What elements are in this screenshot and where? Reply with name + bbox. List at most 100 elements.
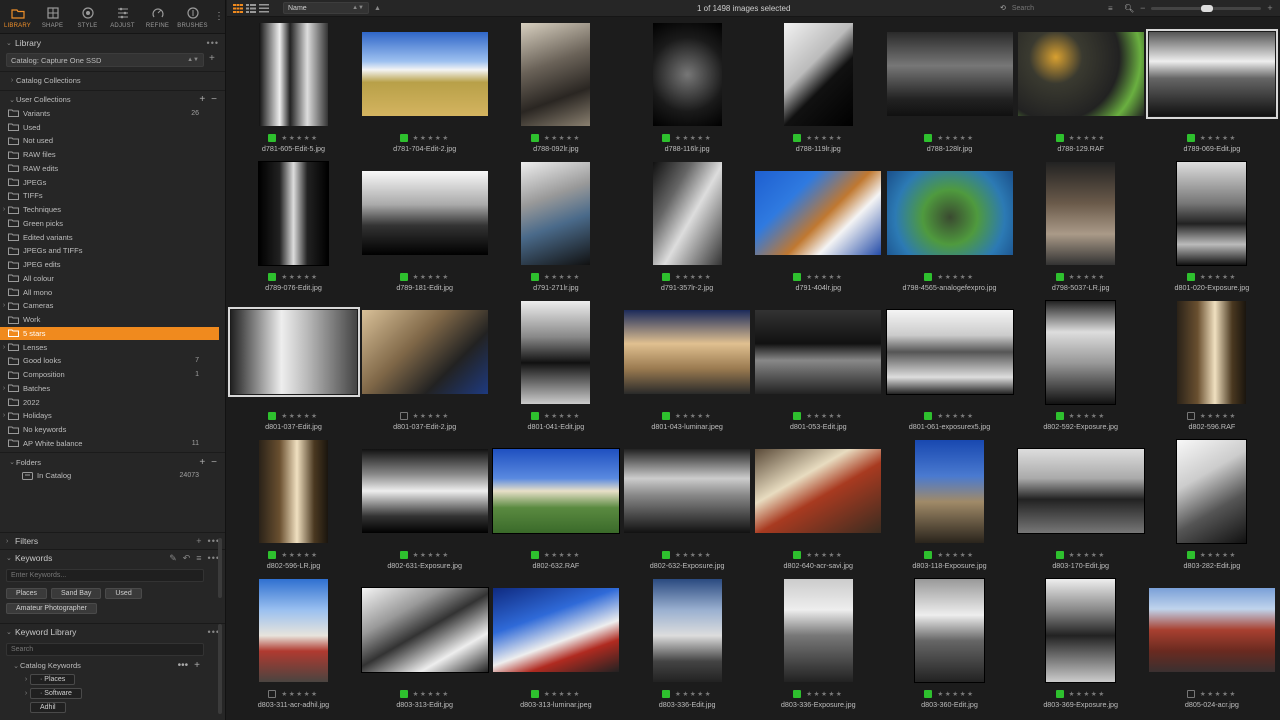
color-tag[interactable] [1055, 690, 1064, 698]
thumbnail-image[interactable] [755, 171, 882, 255]
collection-item[interactable]: All mono [0, 285, 225, 299]
thumbnail-cell[interactable]: ★★★★★ d781-605-Edit-5.jpg [228, 18, 359, 157]
color-tag[interactable] [399, 273, 408, 281]
star-rating[interactable]: ★★★★★ [675, 690, 712, 698]
thumbnail-cell[interactable]: ★★★★★ d803-118-Exposure.jpg [884, 435, 1015, 574]
color-tag[interactable] [399, 690, 408, 698]
thumbnail-image[interactable] [1045, 299, 1117, 405]
chevron-right-icon[interactable]: › [8, 77, 16, 84]
list-view-icon[interactable] [246, 3, 256, 13]
thumbnail-image[interactable] [783, 578, 853, 682]
list-icon[interactable]: ≡ [196, 553, 202, 564]
search-options-icon[interactable]: ⟲ [1000, 4, 1006, 12]
collection-item[interactable]: Used [0, 120, 225, 134]
color-tag[interactable] [1186, 273, 1195, 281]
thumbnail-cell[interactable]: ★★★★★ d802-631-Exposure.jpg [359, 435, 490, 574]
star-rating[interactable]: ★★★★★ [1069, 551, 1106, 559]
more-icon[interactable]: ••• [207, 38, 219, 48]
keyword-chip[interactable]: · Software [30, 687, 82, 699]
thumbnail-image[interactable] [1148, 588, 1275, 672]
user-collections-actions[interactable]: + − [199, 94, 217, 105]
thumbnail-cell[interactable]: ★★★★★ d803-313-Edit.jpg [359, 574, 490, 713]
thumbnail-cell[interactable]: ★★★★★ d781-704-Edit-2.jpg [359, 18, 490, 157]
collection-item[interactable]: › Techniques [0, 203, 225, 217]
thumbnail-image[interactable] [259, 22, 328, 126]
color-tag[interactable] [1186, 690, 1195, 698]
thumbnail-image[interactable] [914, 577, 985, 683]
collection-item[interactable]: Not used [0, 134, 225, 148]
thumbnail-cell[interactable]: ★★★★★ d803-360-Edit.jpg [884, 574, 1015, 713]
in-catalog-row[interactable]: In Catalog 24073 [0, 469, 225, 483]
star-rating[interactable]: ★★★★★ [1069, 273, 1106, 281]
thumbnail-cell[interactable]: ★★★★★ d788-129.RAF [1015, 18, 1146, 157]
collection-item[interactable]: TIFFs [0, 189, 225, 203]
chevron-right-icon[interactable]: › [0, 412, 8, 419]
thumbnail-cell[interactable]: ★★★★★ d802-632.RAF [490, 435, 621, 574]
thumbnail-cell[interactable]: ★★★★★ d798-4565-analogefexpro.jpg [884, 157, 1015, 296]
thumbnail-image[interactable] [624, 310, 751, 394]
color-tag[interactable] [268, 690, 277, 698]
tab-refine[interactable]: REFINE [140, 0, 175, 34]
star-rating[interactable]: ★★★★★ [675, 273, 712, 281]
collection-item[interactable]: No keywords [0, 423, 225, 437]
chevron-right-icon[interactable]: › [0, 385, 8, 392]
thumbnail-cell[interactable]: ★★★★★ d803-336-Exposure.jpg [753, 574, 884, 713]
grid-view-icon[interactable] [233, 3, 243, 13]
collection-item[interactable]: AP White balance 11 [0, 437, 225, 451]
color-tag[interactable] [924, 551, 933, 559]
color-tag[interactable] [530, 551, 539, 559]
color-tag[interactable] [1055, 412, 1064, 420]
keyword-chip[interactable]: Adhil [30, 701, 66, 713]
thumbnail-cell[interactable]: ★★★★★ d788-116lr.jpg [622, 18, 753, 157]
thumbnail-image[interactable] [1176, 160, 1248, 266]
thumbnail-cell[interactable]: ★★★★★ d802-592-Exposure.jpg [1015, 296, 1146, 435]
thumbnail-image[interactable] [755, 449, 882, 533]
star-rating[interactable]: ★★★★★ [544, 551, 581, 559]
color-tag[interactable] [1055, 551, 1064, 559]
thumbnail-image[interactable] [521, 161, 591, 265]
chevron-right-icon[interactable]: › [6, 538, 15, 545]
collection-item[interactable]: RAW edits [0, 162, 225, 176]
star-rating[interactable]: ★★★★★ [413, 412, 450, 420]
color-tag[interactable] [268, 551, 277, 559]
more-icon[interactable]: ••• [178, 660, 189, 671]
color-tag[interactable] [662, 134, 671, 142]
color-tag[interactable] [530, 273, 539, 281]
star-rating[interactable]: ★★★★★ [281, 134, 318, 142]
thumbnail-image[interactable] [886, 171, 1013, 255]
star-rating[interactable]: ★★★★★ [413, 134, 450, 142]
keyword-library-item[interactable]: › · Places [0, 673, 225, 687]
chevron-right-icon[interactable]: › [0, 344, 8, 351]
thumbnail-cell[interactable]: ★★★★★ d801-041-Edit.jpg [490, 296, 621, 435]
thumbnail-cell[interactable]: ★★★★★ d803-311-acr-adhil.jpg [228, 574, 359, 713]
color-tag[interactable] [268, 134, 277, 142]
star-rating[interactable]: ★★★★★ [1069, 412, 1106, 420]
thumbnail-image[interactable] [258, 160, 329, 266]
folders-row[interactable]: ⌄ Folders + − [0, 455, 225, 469]
star-rating[interactable]: ★★★★★ [281, 690, 318, 698]
catalog-select[interactable]: Catalog: Capture One SSD ▲▼ [6, 53, 204, 67]
thumbnail-cell[interactable]: ★★★★★ d788-119lr.jpg [753, 18, 884, 157]
star-rating[interactable]: ★★★★★ [806, 134, 843, 142]
add-icon[interactable]: + [199, 94, 205, 105]
thumbnail-image[interactable] [1016, 448, 1145, 534]
color-tag[interactable] [924, 412, 933, 420]
thumbnail-image[interactable] [491, 448, 620, 534]
keyword-chip[interactable]: Used [105, 588, 142, 599]
star-rating[interactable]: ★★★★★ [413, 551, 450, 559]
thumbnail-cell[interactable]: ★★★★★ d803-369-Exposure.jpg [1015, 574, 1146, 713]
collection-item[interactable]: Work [0, 313, 225, 327]
tab-brushes[interactable]: BRUSHES [175, 0, 210, 34]
color-tag[interactable] [924, 134, 933, 142]
keyword-library-search[interactable]: Search [6, 643, 204, 656]
thumbnail-image[interactable] [521, 300, 591, 404]
thumbnail-image[interactable] [360, 587, 489, 673]
star-rating[interactable]: ★★★★★ [1200, 273, 1237, 281]
collection-item[interactable]: › Lenses [0, 340, 225, 354]
keyword-chip[interactable]: · Places [30, 674, 76, 686]
chevron-down-icon[interactable]: ⌄ [12, 662, 20, 670]
color-tag[interactable] [399, 134, 408, 142]
add-icon[interactable]: + [196, 536, 202, 546]
thumbnail-image[interactable] [1046, 161, 1116, 265]
tab-adjust[interactable]: ADJUST [105, 0, 140, 34]
